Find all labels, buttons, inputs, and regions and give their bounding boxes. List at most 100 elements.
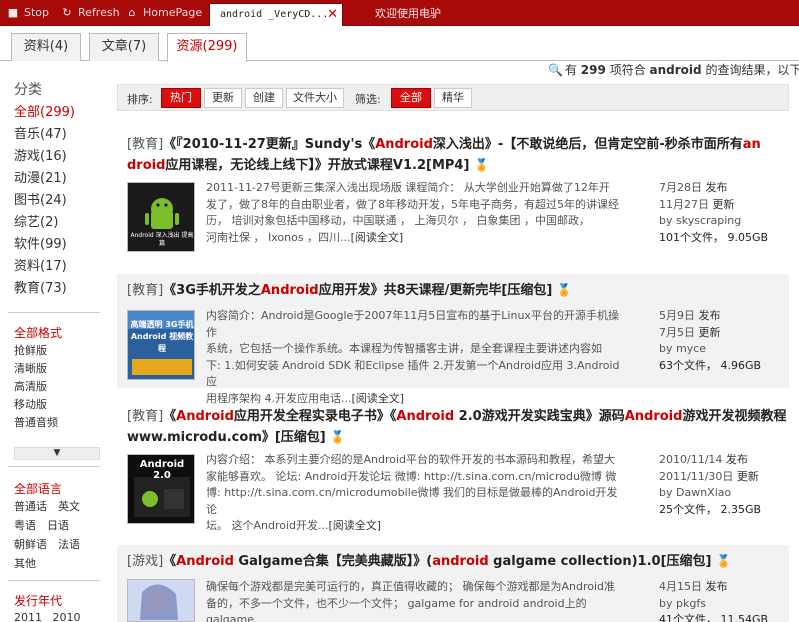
format-title[interactable]: 全部格式 [14,324,62,341]
homepage-button[interactable]: ⌂ HomePage [125,5,203,21]
sort-label: 排序: [127,93,153,106]
sidebar-item-anime[interactable]: 动漫(21) [14,169,67,189]
uploader-link[interactable]: pkgfs [676,597,706,610]
sidebar-item-variety[interactable]: 综艺(2) [14,213,58,233]
title-part: Android [176,409,234,424]
language-title[interactable]: 全部语言 [14,480,62,497]
item-category[interactable]: [教育] [127,409,163,424]
item-thumbnail[interactable]: 高端透明 3G手机 Android 视频教程 [127,310,195,380]
item-title[interactable]: [教育]《Android应用开发全程实录电子书》《Android 2.0游戏开发… [127,406,787,448]
title-part: 应用开发》共8天课程/更新完毕[压缩包] [318,283,553,298]
language-item[interactable]: 普通话 [14,498,47,514]
format-item[interactable]: 高清版 [14,378,47,394]
desc-line: 河南社保 ， Ixonos ，四川... [206,230,351,244]
format-item[interactable]: 普通音频 [14,414,58,430]
sort-created-button[interactable]: 创建 [245,88,283,108]
uploader-link[interactable]: myce [676,342,706,355]
title-part: an [742,137,761,152]
close-icon[interactable]: ✕ [327,4,338,26]
item-meta: 7月28日 发布 11月27日 更新 by skyscraping 101个文件… [659,180,768,246]
desc-line: 备的，不多一个文件，也不少一个文件； galgame for android a… [206,596,587,622]
uploader-link[interactable]: DawnXiao [676,486,731,499]
item-thumbnail[interactable]: Android 深入浅出 提高篇 [127,182,195,252]
item-meta: 4月15日 发布 by pkgfs 41个文件， 11.54GB [659,579,768,622]
format-item[interactable]: 抢鲜版 [14,342,47,358]
stop-button[interactable]: ■ Stop [6,5,49,21]
browser-tab-other[interactable]: 欢迎使用电驴 [345,3,545,26]
sort-updated-button[interactable]: 更新 [204,88,242,108]
meta-label: by [659,596,673,610]
item-category[interactable]: [游戏] [127,554,163,569]
format-item[interactable]: 清晰版 [14,360,47,376]
sort-size-button[interactable]: 文件大小 [286,88,344,108]
browser-tab-active[interactable]: android _VeryCD... ✕ [209,3,343,26]
item-category[interactable]: [教育] [127,283,163,298]
sidebar-item-music[interactable]: 音乐(47) [14,125,67,145]
tab-articles-data[interactable]: 资料(4) [11,33,81,61]
title-part: galgame collection)1.0[压缩包] [488,554,712,569]
title-part: 应用开发全程实录电子书》《 [233,409,397,424]
language-item[interactable]: 英文 [58,498,80,514]
year-item[interactable]: 2011 2010 [14,611,80,622]
item-category[interactable]: [教育] [127,137,163,152]
read-more-link[interactable]: [阅读全文] [351,231,404,244]
language-item[interactable]: 其他 [14,555,36,571]
results-prefix: 有 [564,63,577,77]
sidebar-item-data[interactable]: 资料(17) [14,257,67,277]
title-part: Android [176,554,234,569]
expand-formats-button[interactable]: ▼ [14,447,100,460]
sidebar-item-games[interactable]: 游戏(16) [14,147,67,167]
title-part: Android [375,137,433,152]
tab-articles[interactable]: 文章(7) [89,33,159,61]
sidebar-item-education[interactable]: 教育(73) [14,279,67,299]
item-thumbnail[interactable]: Android 2.0 [127,454,195,524]
title-part: 《3G手机开发之 [163,283,261,298]
refresh-label: Refresh [78,6,120,19]
language-item[interactable]: 粤语 [14,517,36,533]
thumb-caption: Android 深入浅出 提高篇 [130,232,194,247]
meta-value: 2011/11/30日 [659,469,734,483]
title-part: 《 [163,409,177,424]
meta-value: 7月5日 [659,325,695,339]
item-title[interactable]: [教育]《3G手机开发之Android应用开发》共8天课程/更新完毕[压缩包] … [127,280,767,301]
format-item[interactable]: 移动版 [14,396,47,412]
sort-hot-button[interactable]: 热门 [161,88,201,108]
meta-label: 发布 [705,181,728,194]
tab-resources[interactable]: 资源(299) [167,33,247,62]
item-description: 内容简介：Android是Google于2007年11月5日宣布的基于Linux… [206,308,626,407]
item-title[interactable]: [游戏]《Android Galgame合集【完美典藏版】》(android g… [127,551,767,572]
award-icon: 🏅 [716,554,731,568]
language-item[interactable]: 法语 [58,536,80,552]
meta-value: 2010/11/14 [659,453,723,466]
item-meta: 2010/11/14 发布 2011/11/30日 更新 by DawnXiao… [659,452,761,518]
meta-label: 更新 [712,197,735,211]
stop-icon: ■ [7,6,19,19]
refresh-button[interactable]: ↻ Refresh [60,5,120,21]
filter-featured-button[interactable]: 精华 [434,88,472,108]
thumb-caption: 高端透明 3G手机 Android 视频教程 [130,320,194,353]
title-part: Galgame合集【完美典藏版】》( [233,554,433,569]
item-thumbnail[interactable] [127,579,195,622]
results-count: 299 [580,63,606,77]
divider [8,580,100,581]
sidebar-item-all[interactable]: 全部(299) [14,103,75,123]
read-more-link[interactable]: [阅读全文] [329,519,382,532]
desc-line: 下: 1.如何安装 Android SDK 和Eclipse 插件 2.开发第一… [206,358,620,389]
item-description: 内容介绍： 本系列主要介绍的是Android平台的软件开发的书本源码和教程，希望… [206,452,626,535]
filter-all-button[interactable]: 全部 [391,88,431,108]
sidebar-item-software[interactable]: 软件(99) [14,235,67,255]
title-part: droid [127,158,166,173]
results-query: android [649,63,702,77]
item-title[interactable]: [教育]《『2010-11-27更新』Sundy's《Android深入浅出》-… [127,134,767,176]
meta-value: 7月28日 [659,181,702,194]
language-item[interactable]: 日语 [47,517,69,533]
uploader-link[interactable]: skyscraping [676,214,741,227]
year-title[interactable]: 发行年代 [14,592,62,609]
search-icon: 🔍 [548,63,563,77]
sidebar-item-books[interactable]: 图书(24) [14,191,67,211]
category-title: 分类 [14,82,42,98]
language-item[interactable]: 朝鲜语 [14,536,47,552]
title-part: 《『2010-11-27更新』Sundy's《 [163,137,376,152]
meta-label: by [659,342,673,355]
homepage-label: HomePage [143,6,203,19]
